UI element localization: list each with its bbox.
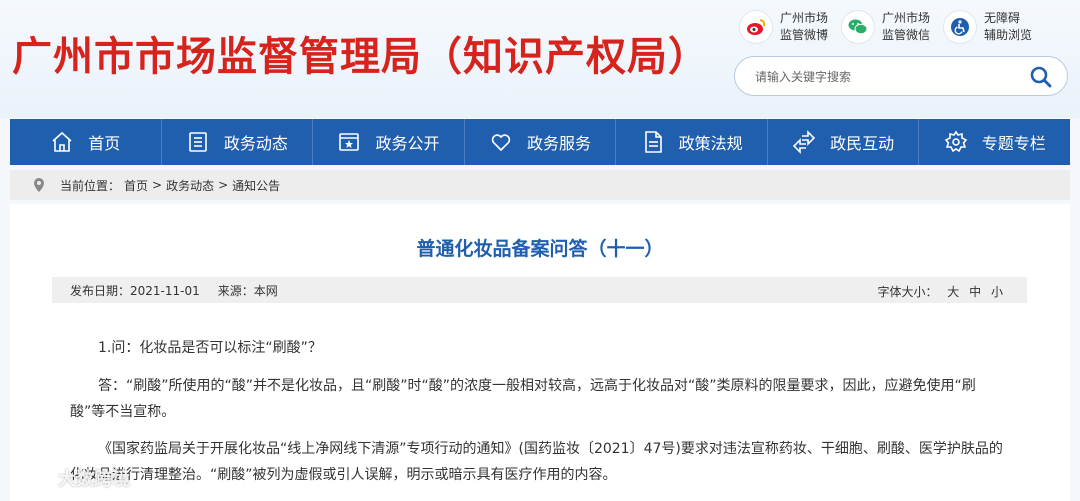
article-paragraph: 《国家药监局关于开展化妆品“线上净网线下清源”专项行动的通知》(国药监妆〔202… bbox=[70, 441, 1003, 483]
nav-label: 政民互动 bbox=[830, 134, 895, 153]
publish-date-label: 发布日期： bbox=[70, 283, 131, 298]
main-nav: 首页 政务动态 政务公开 政务服务 政策法规 政民互动 专题专栏 bbox=[10, 119, 1070, 165]
nav-label: 政务公开 bbox=[375, 134, 440, 153]
wechat-link[interactable]: 广州市场 监管微信 bbox=[842, 8, 930, 46]
accessibility-link[interactable]: 无障碍 辅助浏览 bbox=[944, 8, 1032, 46]
breadcrumb: 当前位置： 首页 > 政务动态 > 通知公告 bbox=[10, 170, 1070, 200]
wechat-icon bbox=[842, 11, 875, 43]
interaction-icon bbox=[792, 130, 816, 154]
breadcrumb-home[interactable]: 首页 bbox=[124, 177, 148, 194]
nav-item-home[interactable]: 首页 bbox=[10, 119, 162, 165]
breadcrumb-notice[interactable]: 通知公告 bbox=[232, 177, 280, 194]
weibo-line1: 广州市场 bbox=[780, 11, 829, 25]
article-content: 普通化妆品备案问答（十一） 发布日期：2021-11-01 来源：本网 字体大小… bbox=[10, 204, 1070, 501]
news-icon bbox=[186, 130, 210, 154]
home-icon bbox=[50, 130, 74, 154]
font-size-label: 字体大小： bbox=[877, 285, 938, 299]
weibo-line2: 监管微博 bbox=[780, 28, 829, 42]
breadcrumb-separator: > bbox=[218, 178, 229, 192]
heart-icon bbox=[489, 130, 513, 154]
wechat-line1: 广州市场 bbox=[882, 11, 931, 25]
nav-item-public[interactable]: 政务公开 bbox=[313, 119, 465, 165]
public-icon bbox=[337, 130, 361, 154]
search-input[interactable] bbox=[755, 66, 1015, 88]
search-icon[interactable] bbox=[1029, 65, 1053, 89]
nav-item-special[interactable]: 专题专栏 bbox=[919, 119, 1070, 165]
weibo-icon bbox=[740, 11, 772, 43]
nav-label: 专题专栏 bbox=[981, 134, 1046, 153]
breadcrumb-separator: > bbox=[152, 178, 163, 192]
site-header: 广州市市场监督管理局（知识产权局） 广州市场 监管微博 广州市场 监管微信 无障… bbox=[0, 0, 1080, 118]
font-size-control: 字体大小： 大 中 小 bbox=[877, 283, 1003, 300]
article-title: 普通化妆品备案问答（十一） bbox=[416, 238, 664, 260]
location-pin-icon bbox=[34, 178, 44, 192]
nav-label: 政策法规 bbox=[678, 134, 743, 153]
site-title[interactable]: 广州市市场监督管理局（知识产权局） bbox=[12, 24, 709, 82]
breadcrumb-news[interactable]: 政务动态 bbox=[166, 177, 214, 194]
watermark: 大数跨境 bbox=[8, 465, 130, 491]
article-paragraph: 1.问：化妆品是否可以标注“刷酸”？ bbox=[98, 340, 322, 356]
publish-date: 2021-11-01 bbox=[130, 283, 200, 298]
article-meta: 发布日期：2021-11-01 来源：本网 字体大小： 大 中 小 bbox=[52, 277, 1027, 303]
quick-links: 广州市场 监管微博 广州市场 监管微信 无障碍 辅助浏览 bbox=[740, 8, 1046, 46]
watermark-logo-icon bbox=[10, 470, 52, 487]
nav-label: 首页 bbox=[88, 134, 121, 153]
watermark-text: 大数跨境 bbox=[58, 469, 130, 490]
nav-label: 政务服务 bbox=[527, 134, 592, 153]
document-icon bbox=[641, 130, 665, 154]
accessibility-line1: 无障碍 bbox=[984, 11, 1021, 25]
font-size-large-button[interactable]: 大 bbox=[947, 285, 959, 299]
nav-label: 政务动态 bbox=[223, 134, 288, 153]
search-box bbox=[734, 56, 1068, 96]
source-label: 来源： bbox=[217, 283, 254, 298]
weibo-link[interactable]: 广州市场 监管微博 bbox=[740, 8, 828, 46]
wechat-line2: 监管微信 bbox=[882, 28, 931, 42]
gear-icon bbox=[944, 130, 968, 154]
article-paragraph: 答：“刷酸”所使用的“酸”并不是化妆品，且“刷酸”时“酸”的浓度一般相对较高，远… bbox=[70, 378, 976, 420]
accessibility-line2: 辅助浏览 bbox=[984, 28, 1033, 42]
font-size-medium-button[interactable]: 中 bbox=[969, 285, 981, 299]
nav-item-policy[interactable]: 政策法规 bbox=[616, 119, 768, 165]
font-size-small-button[interactable]: 小 bbox=[991, 285, 1003, 299]
breadcrumb-prefix: 当前位置： bbox=[60, 178, 121, 193]
nav-item-interaction[interactable]: 政民互动 bbox=[768, 119, 920, 165]
nav-item-service[interactable]: 政务服务 bbox=[465, 119, 617, 165]
source-value: 本网 bbox=[253, 283, 278, 298]
accessibility-icon bbox=[944, 11, 977, 43]
nav-item-news[interactable]: 政务动态 bbox=[162, 119, 314, 165]
